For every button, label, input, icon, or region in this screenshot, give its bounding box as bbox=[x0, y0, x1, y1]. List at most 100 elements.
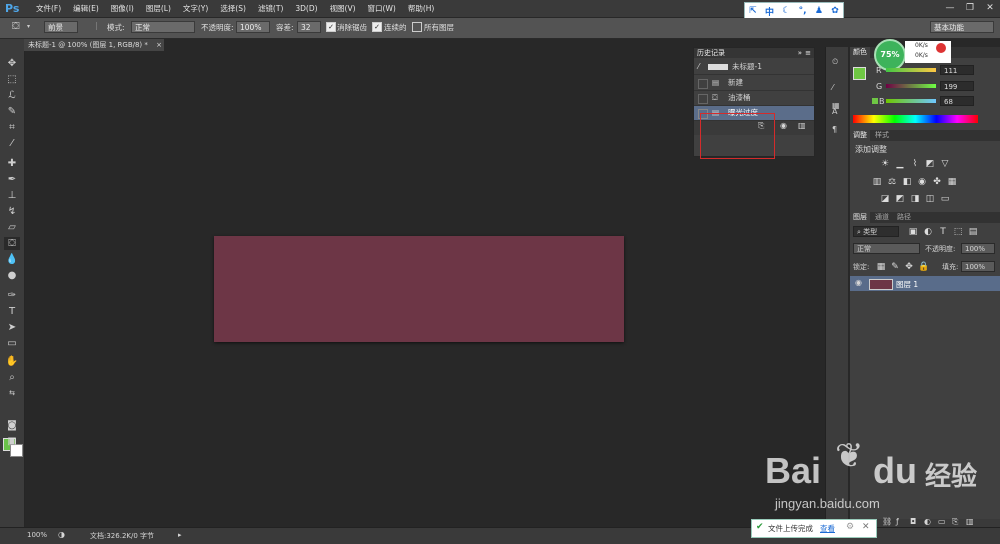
gradient-map-icon[interactable]: ▭ bbox=[940, 194, 950, 204]
punctuation-icon[interactable]: °, bbox=[799, 6, 807, 16]
lock-all-icon[interactable]: 🔒 bbox=[918, 262, 929, 272]
hand-tool-icon[interactable]: ✋ bbox=[4, 355, 20, 368]
filter-shape-icon[interactable]: ⬚ bbox=[953, 227, 963, 237]
document-tab[interactable]: 未标题-1 @ 100% (图层 1, RGB/8) * × bbox=[24, 39, 164, 51]
workspace-select[interactable]: 基本功能 bbox=[930, 21, 994, 33]
screen-mode-icon[interactable]: ▣ bbox=[4, 435, 20, 448]
path-select-tool-icon[interactable]: ➤ bbox=[4, 321, 20, 334]
tab-channels[interactable]: 通道 bbox=[872, 212, 892, 223]
green-value[interactable]: 199 bbox=[940, 81, 974, 91]
color-balance-icon[interactable]: ⚖ bbox=[887, 177, 897, 187]
tab-paths[interactable]: 路径 bbox=[894, 212, 914, 223]
menu-layer[interactable]: 图层(L) bbox=[140, 0, 177, 17]
color-lookup-icon[interactable]: ▦ bbox=[947, 177, 957, 187]
filter-adjustment-icon[interactable]: ◐ bbox=[923, 227, 933, 237]
maximize-icon[interactable]: ❐ bbox=[960, 0, 980, 17]
history-snapshot[interactable]: ⁄ 未标题-1 bbox=[694, 60, 814, 75]
minimize-icon[interactable]: — bbox=[940, 0, 960, 17]
shape-tool-icon[interactable]: ▭ bbox=[4, 337, 20, 350]
user-icon[interactable]: ♟ bbox=[815, 6, 823, 16]
red-slider[interactable] bbox=[886, 68, 936, 72]
character-icon[interactable]: A bbox=[832, 107, 837, 116]
opacity-input[interactable]: 100% bbox=[236, 21, 270, 33]
zoom-tool-icon[interactable]: ⌕ bbox=[4, 371, 20, 384]
history-brush-checkbox[interactable] bbox=[698, 79, 708, 89]
pen-tool-icon[interactable]: ✑ bbox=[4, 289, 20, 302]
selective-color-icon[interactable]: ◫ bbox=[925, 194, 935, 204]
document-canvas[interactable] bbox=[214, 236, 624, 342]
booster-icon[interactable] bbox=[936, 43, 946, 53]
menu-view[interactable]: 视图(V) bbox=[324, 0, 362, 17]
green-slider[interactable] bbox=[886, 84, 936, 88]
lock-position-icon[interactable]: ✥ bbox=[904, 262, 914, 272]
ime-chinese-mode[interactable]: 中 bbox=[765, 5, 774, 18]
posterize-icon[interactable]: ◩ bbox=[895, 194, 905, 204]
brightness-icon[interactable]: ☀ bbox=[880, 159, 890, 169]
layer-opacity-input[interactable]: 100% bbox=[961, 243, 995, 254]
brush-dock-icon[interactable]: ⁄ bbox=[832, 83, 833, 92]
menu-image[interactable]: 图像(I) bbox=[105, 0, 140, 17]
close-icon[interactable]: ✕ bbox=[980, 0, 1000, 17]
close-icon[interactable]: ✕ bbox=[862, 522, 870, 532]
menu-edit[interactable]: 编辑(E) bbox=[67, 0, 105, 17]
view-link[interactable]: 查看 bbox=[820, 523, 835, 534]
layer-row[interactable]: ◉ 图层 1 bbox=[850, 276, 1000, 291]
trash-icon[interactable]: ▥ bbox=[798, 121, 806, 130]
all-layers-checkbox[interactable] bbox=[412, 22, 422, 32]
history-item[interactable]: ⛋ 油漆桶 bbox=[694, 91, 814, 106]
swap-colors-icon[interactable]: ⇆ bbox=[4, 387, 20, 400]
healing-brush-tool-icon[interactable]: ✚ bbox=[4, 157, 20, 170]
brush-tool-icon[interactable]: ✒ bbox=[4, 173, 20, 186]
history-dock-icon[interactable]: ⏲ bbox=[832, 57, 838, 67]
stamp-tool-icon[interactable]: ⊥ bbox=[4, 189, 20, 202]
eraser-tool-icon[interactable]: ▱ bbox=[4, 221, 20, 234]
contiguous-checkbox[interactable]: ✓ bbox=[372, 22, 382, 32]
eye-icon[interactable]: ◉ bbox=[855, 278, 862, 287]
eyedropper-tool-icon[interactable]: ⁄ bbox=[4, 137, 20, 150]
blur-tool-icon[interactable]: 💧 bbox=[4, 253, 20, 266]
tab-adjustments[interactable]: 调整 bbox=[850, 130, 870, 141]
threshold-icon[interactable]: ◨ bbox=[910, 194, 920, 204]
tab-layers[interactable]: 图层 bbox=[850, 212, 870, 223]
zoom-level[interactable]: 100% bbox=[27, 531, 47, 539]
filter-type-icon[interactable]: T bbox=[938, 227, 948, 237]
status-menu-arrow-icon[interactable]: ▸ bbox=[178, 531, 182, 539]
history-brush-checkbox[interactable] bbox=[698, 94, 708, 104]
tolerance-input[interactable]: 32 bbox=[297, 21, 321, 33]
gear-icon[interactable]: ⚙ bbox=[846, 522, 854, 532]
lock-pixels-icon[interactable]: ✎ bbox=[890, 262, 900, 272]
menu-type[interactable]: 文字(Y) bbox=[177, 0, 214, 17]
settings-icon[interactable]: ✿ bbox=[831, 6, 839, 16]
quick-mask-icon[interactable]: ◙ bbox=[4, 419, 20, 432]
crop-tool-icon[interactable]: ⌗ bbox=[4, 121, 20, 134]
paint-bucket-tool-icon[interactable]: ⛋ bbox=[4, 237, 20, 250]
blue-slider[interactable] bbox=[886, 99, 936, 103]
close-tab-icon[interactable]: × bbox=[156, 41, 162, 49]
menu-help[interactable]: 帮助(H) bbox=[402, 0, 441, 17]
exposure-icon[interactable]: ◩ bbox=[925, 159, 935, 169]
invert-icon[interactable]: ◪ bbox=[880, 194, 890, 204]
ime-switch-icon[interactable]: ⇱ bbox=[749, 6, 757, 16]
fill-input[interactable]: 100% bbox=[961, 261, 995, 272]
foreground-color-swatch[interactable] bbox=[853, 67, 866, 80]
paint-bucket-icon[interactable]: ⛋ bbox=[12, 21, 20, 32]
hue-saturation-icon[interactable]: ▥ bbox=[872, 177, 882, 187]
move-tool-icon[interactable]: ✥ bbox=[4, 57, 20, 70]
black-white-icon[interactable]: ◧ bbox=[902, 177, 912, 187]
antialias-checkbox[interactable]: ✓ bbox=[326, 22, 336, 32]
tab-color[interactable]: 颜色 bbox=[850, 47, 870, 58]
layer-filter-select[interactable]: ⌕ 类型 bbox=[853, 226, 899, 237]
color-ramp[interactable] bbox=[853, 115, 978, 123]
collapse-icon[interactable]: » bbox=[798, 48, 802, 58]
tab-styles[interactable]: 样式 bbox=[872, 130, 892, 141]
menu-window[interactable]: 窗口(W) bbox=[362, 0, 402, 17]
type-tool-icon[interactable]: T bbox=[4, 305, 20, 318]
chevron-down-icon[interactable]: ▾ bbox=[27, 23, 30, 30]
lock-transparency-icon[interactable]: ▦ bbox=[876, 262, 886, 272]
quick-select-tool-icon[interactable]: ✎ bbox=[4, 105, 20, 118]
filter-pixel-icon[interactable]: ▣ bbox=[908, 227, 918, 237]
paragraph-icon[interactable]: ¶ bbox=[832, 125, 837, 134]
history-item[interactable]: ▤ 新建 bbox=[694, 76, 814, 91]
channel-mixer-icon[interactable]: ✤ bbox=[932, 177, 942, 187]
moon-icon[interactable]: ☾ bbox=[782, 6, 790, 16]
